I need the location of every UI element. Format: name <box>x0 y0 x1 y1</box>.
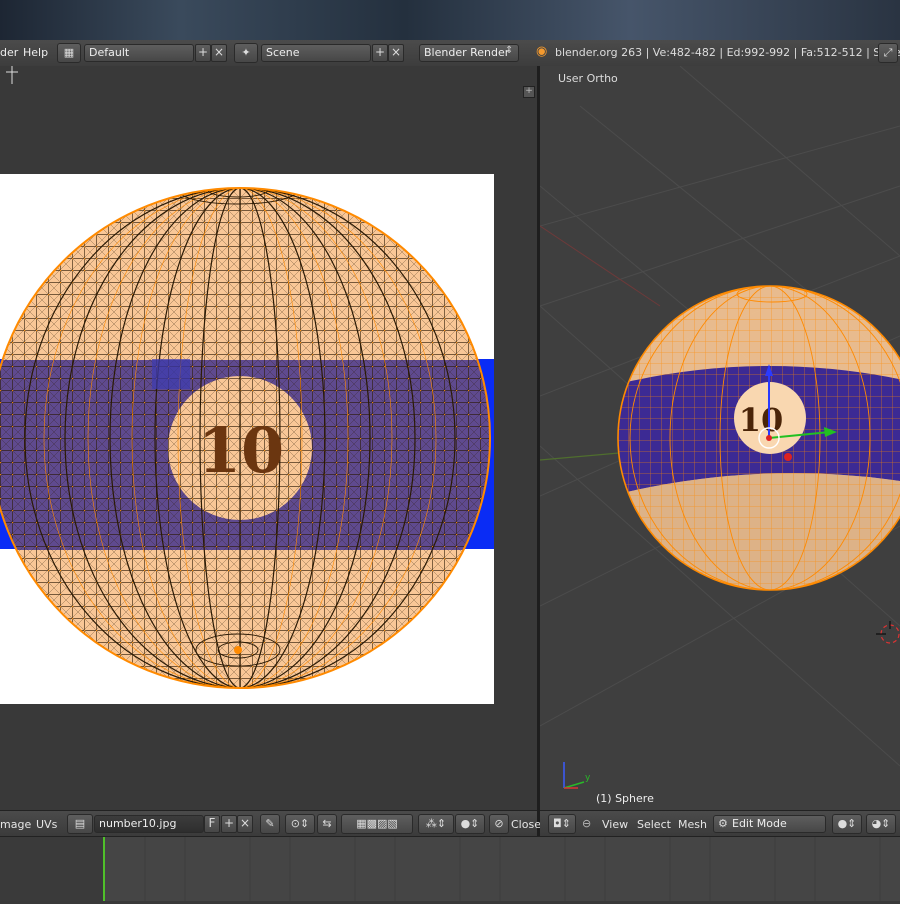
uvs-menu[interactable]: UVs <box>36 818 57 831</box>
desktop-background <box>0 0 900 40</box>
y-axis-line <box>540 225 661 307</box>
3d-cursor-icon[interactable] <box>876 621 900 644</box>
scene-dropdown[interactable]: Scene <box>261 44 371 62</box>
image-name-field[interactable]: number10.jpg <box>94 815 204 833</box>
axis-widget-icon <box>563 762 585 789</box>
uv-editor-header: mage UVs ▤ number10.jpg F + × ✎ ⊙⇕ ⇆ ▦▩▨… <box>0 810 541 837</box>
scene-icon[interactable]: ✦ <box>234 43 258 63</box>
scene-statistics: blender.org 263 | Ve:482-482 | Ed:992-99… <box>555 46 900 59</box>
axis-y-label: y <box>585 773 591 783</box>
sticky-mode-icon[interactable]: ⁂⇕ <box>418 814 454 834</box>
viewport-header: ◘⇕ ⊖ View Select Mesh Edit Mode ⚙ ●⇕ ◕⇕ <box>540 810 900 837</box>
select-menu[interactable]: Select <box>637 818 671 831</box>
proportional-edit-icon[interactable]: ●⇕ <box>455 814 485 834</box>
timeline-area[interactable] <box>0 836 900 901</box>
pin-image-icon[interactable]: ✎ <box>260 814 280 834</box>
render-engine-dropdown[interactable]: Blender Render <box>419 44 519 62</box>
dropdown-arrows-icon: ⇕ <box>505 45 514 56</box>
help-menu[interactable]: Help <box>23 46 48 59</box>
viewport-canvas[interactable]: 10 <box>540 66 900 810</box>
delete-layout-button[interactable]: × <box>211 44 227 62</box>
uv-canvas[interactable]: 10 <box>0 66 537 810</box>
selection-mode-icons[interactable]: ▦▩▨▧ <box>341 814 413 834</box>
area-split-plus-icon[interactable]: + <box>523 86 535 98</box>
new-image-button[interactable]: + <box>221 815 237 833</box>
edit-mode-icon: ⚙ <box>718 817 728 830</box>
screen-layout-icon[interactable]: ▦ <box>57 43 81 63</box>
image-browse-icon[interactable]: ▤ <box>67 814 93 834</box>
snap-icon[interactable]: ⊘ <box>489 814 509 834</box>
active-object-label: (1) Sphere <box>596 792 654 805</box>
editor-type-icon[interactable]: ◘⇕ <box>548 814 576 834</box>
area-divider[interactable] <box>537 66 540 836</box>
pivot-center-icon[interactable]: ◕⇕ <box>866 814 896 834</box>
mode-dropdown[interactable]: Edit Mode <box>713 815 826 833</box>
image-menu[interactable]: mage <box>0 818 31 831</box>
fullscreen-icon[interactable]: ⤢ <box>878 43 898 63</box>
mesh-menu[interactable]: Mesh <box>678 818 707 831</box>
info-header: der Help ▦ Default + × ✦ Scene + × Blend… <box>0 40 900 67</box>
pivot-point-icon[interactable]: ⊙⇕ <box>285 814 315 834</box>
uv-image-editor[interactable]: 10 + <box>0 66 537 810</box>
add-layout-button[interactable]: + <box>195 44 211 62</box>
delete-scene-button[interactable]: × <box>388 44 404 62</box>
viewport-ball-number: 10 <box>739 401 784 439</box>
timeline-canvas[interactable] <box>0 837 900 901</box>
render-menu[interactable]: der <box>0 46 18 59</box>
view-menu[interactable]: View <box>602 818 628 831</box>
unlink-image-button[interactable]: × <box>237 815 253 833</box>
close-label[interactable]: Close <box>511 818 541 831</box>
3d-viewport[interactable]: 10 User Ortho (1) Sphere y + <box>540 66 900 810</box>
add-scene-button[interactable]: + <box>372 44 388 62</box>
collapse-menu-icon[interactable]: ⊖ <box>582 817 591 830</box>
view-name-label: User Ortho <box>558 72 618 85</box>
uv-ball-number: 10 <box>198 414 284 487</box>
layout-dropdown[interactable]: Default <box>84 44 194 62</box>
2d-cursor-icon[interactable] <box>6 66 18 84</box>
fake-user-button[interactable]: F <box>204 815 220 833</box>
viewport-shading-icon[interactable]: ●⇕ <box>832 814 862 834</box>
blender-logo-icon: ◉ <box>536 44 548 59</box>
sync-selection-icon[interactable]: ⇆ <box>317 814 337 834</box>
